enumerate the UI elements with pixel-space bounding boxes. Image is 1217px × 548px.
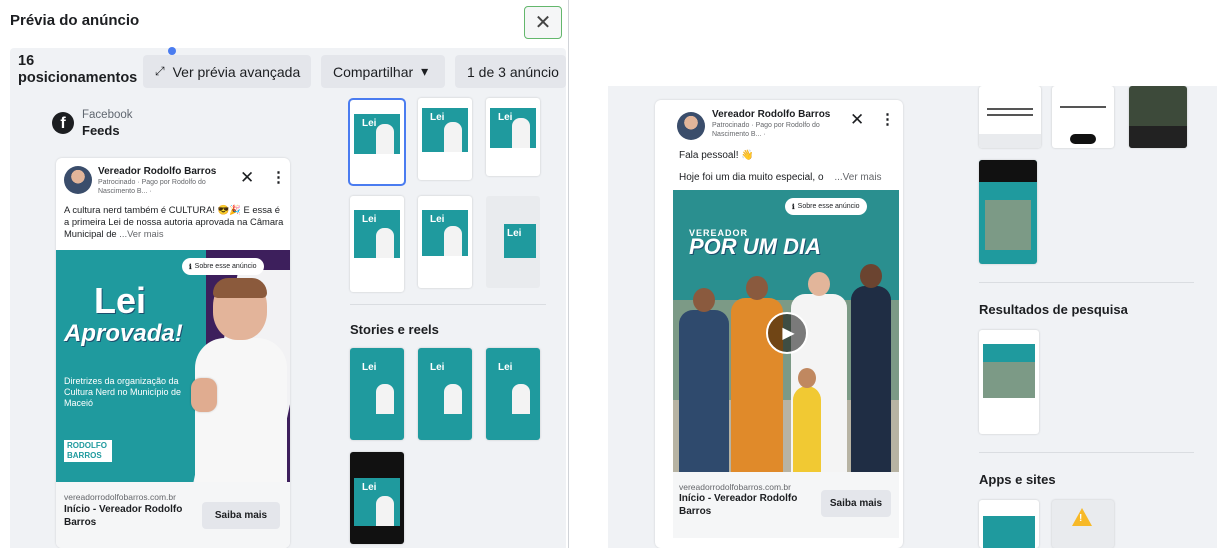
close-icon[interactable]: ✕ xyxy=(850,110,864,130)
close-button[interactable]: ✕ xyxy=(524,6,562,39)
learn-more-button[interactable]: Saiba mais xyxy=(821,490,891,517)
ad-counter-label: 1 de 3 anúncio xyxy=(467,63,559,80)
placements-counter: 16 posicionamentos xyxy=(18,53,137,87)
ad-creative-image: ℹ Sobre esse anúncio Lei Aprovada! Diret… xyxy=(56,250,290,482)
ad-preview-screenshot: Prévia do anúncio ✕ 16 posicionamentos ⤢… xyxy=(0,0,1217,548)
dialog-title: Prévia do anúncio xyxy=(10,12,140,29)
placement-thumbnail-story-2[interactable]: Lei xyxy=(418,348,472,440)
panel-separator xyxy=(568,0,569,548)
link-url: vereadorrodolfobarros.com.br xyxy=(64,492,176,502)
primary-text: Hoje foi um dia muito especial, o xyxy=(679,172,824,183)
preview-content: f Facebook Feeds Vereador Rodolfo Barros… xyxy=(10,96,566,548)
platform-name: Facebook xyxy=(82,109,133,121)
placement-thumbnail-apps-1[interactable] xyxy=(979,500,1039,548)
link-url: vereadorrodolfobarros.com.br xyxy=(679,482,791,492)
section-divider xyxy=(979,452,1194,453)
share-label: Compartilhar xyxy=(333,63,414,80)
close-icon[interactable]: ✕ xyxy=(240,168,254,188)
video-headline: POR UM DIA xyxy=(689,234,821,259)
placement-thumbnail-feed-4[interactable]: Lei xyxy=(350,196,404,292)
link-title: Início - Vereador Rodolfo Barros xyxy=(679,493,798,517)
placement-thumbnail-feed-3[interactable]: Lei xyxy=(486,98,540,176)
placement-name: Feeds xyxy=(82,123,120,138)
placement-thumbnail-1[interactable] xyxy=(979,86,1041,148)
see-more-link[interactable]: ...Ver mais xyxy=(834,172,881,183)
advanced-preview-button[interactable]: ⤢ Ver prévia avançada xyxy=(143,55,311,88)
sponsor-line: Patrocinado · Pago por Rodolfo do Nascim… xyxy=(712,122,820,138)
placement-thumbnail-feed-1[interactable]: Lei xyxy=(348,98,406,186)
ad-counter-button[interactable]: 1 de 3 anúncio xyxy=(455,55,566,88)
placement-thumbnail-apps-2[interactable]: ! xyxy=(1052,500,1114,548)
ad-header: Vereador Rodolfo Barros Patrocinado · Pa… xyxy=(64,166,286,202)
more-options-icon[interactable]: ⋮ xyxy=(271,168,286,186)
placement-thumbnail-story-4[interactable]: Lei xyxy=(350,452,404,544)
preview-toolbar: 16 posicionamentos ⤢ Ver prévia avançada… xyxy=(10,48,566,96)
ad-preview-dialog: Prévia do anúncio ✕ 16 posicionamentos ⤢… xyxy=(0,0,568,548)
apps-sites-heading: Apps e sites xyxy=(979,472,1056,487)
creative-body: Diretrizes da organização da Cultura Ner… xyxy=(64,376,182,408)
page-name: Vereador Rodolfo Barros xyxy=(712,109,831,120)
placement-thumbnail-story-1[interactable]: Lei xyxy=(350,348,404,440)
ad-primary-text: A cultura nerd também é CULTURA! 😎🎉 E es… xyxy=(64,204,286,240)
chevron-down-icon: ▾ xyxy=(421,63,429,79)
placements-label: posicionamentos xyxy=(18,70,138,86)
placement-thumbnail-feed-6[interactable]: Lei xyxy=(486,196,540,288)
play-icon[interactable]: ▶ xyxy=(766,312,808,354)
placement-thumbnail-search[interactable] xyxy=(979,330,1039,434)
placement-thumbnail-3[interactable] xyxy=(1129,86,1187,148)
section-divider xyxy=(350,304,546,305)
person-photo xyxy=(793,368,821,472)
ad-link-footer: vereadorrodolfobarros.com.br Início - Ve… xyxy=(56,482,290,548)
sponsor-line: Patrocinado · Pago por Rodolfo do Nascim… xyxy=(98,179,206,195)
primary-text: A cultura nerd também é CULTURA! 😎🎉 E es… xyxy=(64,204,284,239)
person-photo xyxy=(191,278,290,482)
share-dropdown[interactable]: Compartilhar ▾ xyxy=(321,55,445,88)
placement-thumbnail-story-3[interactable]: Lei xyxy=(486,348,540,440)
video-ad-preview[interactable]: Vereador Rodolfo Barros Patrocinado · Pa… xyxy=(655,100,903,548)
ad-video[interactable]: VEREADOR POR UM DIA ℹ Sobre esse anúncio… xyxy=(673,190,899,472)
link-title: Início - Vereador Rodolfo Barros xyxy=(64,504,183,528)
about-ad-badge[interactable]: ℹ Sobre esse anúncio xyxy=(785,198,867,215)
page-avatar xyxy=(64,166,92,194)
ad-preview-panel-2: Vereador Rodolfo Barros Patrocinado · Pa… xyxy=(608,86,1217,548)
placement-thumbnail-feed-2[interactable]: Lei xyxy=(418,98,472,180)
page-avatar xyxy=(677,112,705,140)
more-options-icon[interactable]: ⋮ xyxy=(880,110,895,128)
placements-count: 16 xyxy=(18,53,35,69)
rodolfo-logo: RODOLFO BARROS xyxy=(64,440,112,462)
about-ad-badge[interactable]: ℹ Sobre esse anúncio xyxy=(182,258,264,275)
placement-thumbnail-feed-5[interactable]: Lei xyxy=(418,196,472,288)
greeting-text: Fala pessoal! 👋 xyxy=(679,150,754,161)
creative-headline: Lei xyxy=(94,280,147,321)
stories-reels-heading: Stories e reels xyxy=(350,322,439,337)
page-name: Vereador Rodolfo Barros xyxy=(98,166,217,177)
placement-header: f Facebook Feeds xyxy=(52,108,133,138)
ad-primary-text: Hoje foi um dia muito especial, o ...Ver… xyxy=(679,172,899,183)
info-icon: ℹ xyxy=(792,203,795,211)
see-more-link[interactable]: ...Ver mais xyxy=(119,228,163,239)
feed-ad-preview[interactable]: Vereador Rodolfo Barros Patrocinado · Pa… xyxy=(56,158,290,548)
facebook-icon: f xyxy=(52,112,74,134)
ad-link-footer: vereadorrodolfobarros.com.br Início - Ve… xyxy=(673,472,899,538)
advanced-preview-label: Ver prévia avançada xyxy=(172,63,301,80)
creative-subheadline: Aprovada! xyxy=(64,320,183,347)
section-divider xyxy=(979,282,1194,283)
notification-dot xyxy=(168,47,176,55)
learn-more-button[interactable]: Saiba mais xyxy=(202,502,280,529)
placement-thumbnail-4[interactable] xyxy=(979,160,1037,264)
person-photo xyxy=(679,288,729,472)
info-icon: ℹ xyxy=(189,263,192,271)
search-results-heading: Resultados de pesquisa xyxy=(979,302,1128,317)
person-photo xyxy=(851,264,891,472)
expand-icon: ⤢ xyxy=(155,64,165,78)
placement-thumbnail-2[interactable] xyxy=(1052,86,1114,148)
close-icon: ✕ xyxy=(534,12,552,34)
